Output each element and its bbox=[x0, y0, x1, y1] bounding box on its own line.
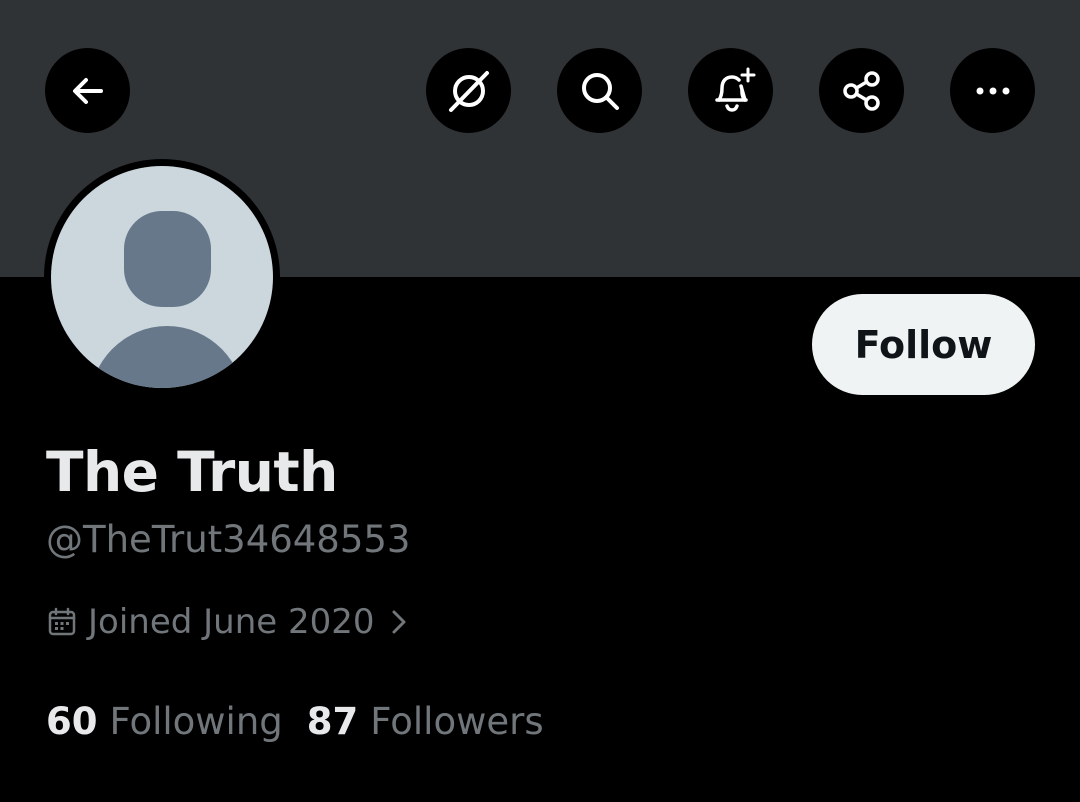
notifications-button[interactable] bbox=[688, 48, 773, 133]
back-button[interactable] bbox=[45, 48, 130, 133]
follow-stats: 60 Following 87 Followers bbox=[46, 700, 544, 743]
followers-count: 87 bbox=[306, 700, 359, 743]
chevron-right-icon bbox=[389, 607, 409, 637]
bell-plus-icon bbox=[714, 67, 755, 112]
back-arrow-icon bbox=[72, 77, 103, 104]
calendar-icon bbox=[46, 606, 78, 638]
avatar[interactable] bbox=[44, 159, 280, 395]
following-count: 60 bbox=[46, 700, 98, 743]
more-button[interactable] bbox=[950, 48, 1035, 133]
display-name: The Truth bbox=[46, 440, 338, 504]
share-button[interactable] bbox=[819, 48, 904, 133]
search-button[interactable] bbox=[557, 48, 642, 133]
more-icon bbox=[976, 87, 1009, 94]
default-avatar-icon bbox=[51, 166, 273, 388]
following-label: Following bbox=[109, 700, 283, 743]
profile-page: Follow The Truth @TheTrut34648553 Joined… bbox=[0, 0, 1080, 802]
followers-stat[interactable]: 87 Followers bbox=[307, 700, 544, 743]
joined-date-text: Joined June 2020 bbox=[88, 602, 375, 642]
followers-label: Followers bbox=[370, 700, 544, 743]
grok-button[interactable] bbox=[426, 48, 511, 133]
grok-icon bbox=[448, 70, 489, 112]
joined-date-row[interactable]: Joined June 2020 bbox=[46, 598, 409, 646]
user-handle: @TheTrut34648553 bbox=[46, 518, 411, 561]
following-stat[interactable]: 60 Following bbox=[46, 700, 283, 743]
search-icon bbox=[581, 72, 619, 110]
follow-button[interactable]: Follow bbox=[812, 294, 1035, 395]
share-icon bbox=[842, 70, 880, 111]
